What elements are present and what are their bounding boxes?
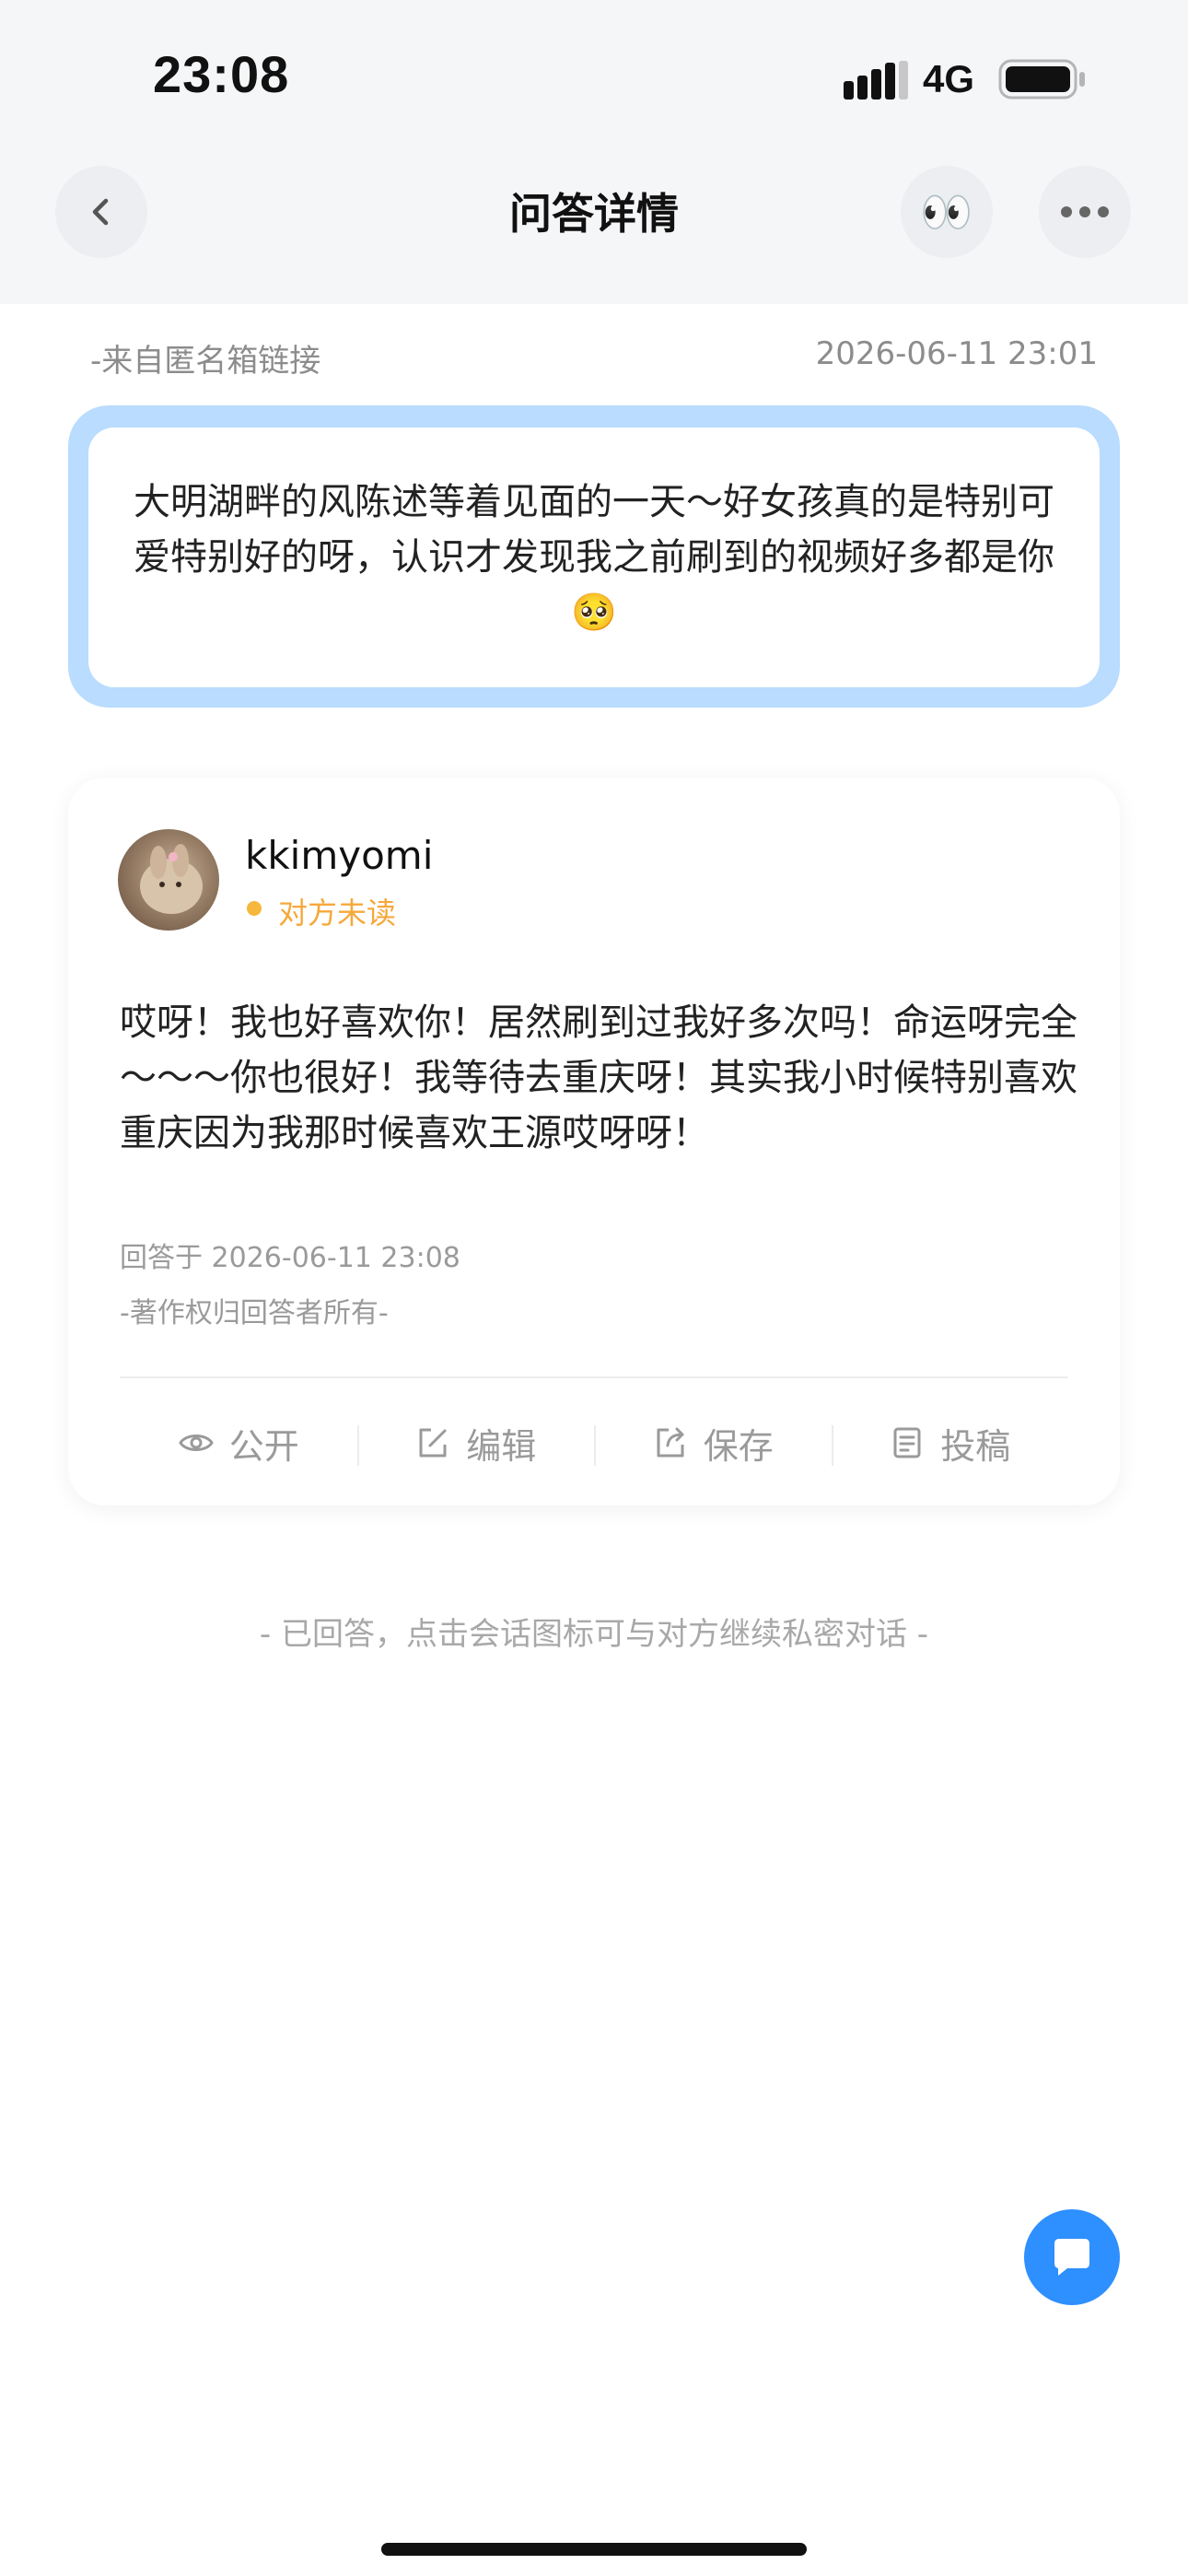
read-status: 对方未读 — [278, 896, 397, 931]
question-source: -来自匿名箱链接 — [90, 343, 321, 380]
page-title: 问答详情 — [509, 189, 679, 239]
submit-button[interactable]: 投稿 — [831, 1418, 1069, 1469]
avatar-image — [140, 844, 203, 914]
divider — [120, 1376, 1068, 1378]
question-timestamp: 2026-06-11 23:01 — [815, 335, 1098, 372]
unread-status-dot — [247, 901, 262, 916]
answer-actions: 公开 编辑 保存 投稿 — [120, 1415, 1068, 1470]
edit-icon — [419, 1428, 447, 1458]
answered-at: 回答于 2026-06-11 23:08 — [120, 1242, 460, 1274]
answer-text: 哎呀！我也好喜欢你！居然刷到过我好多次吗！命运呀完全～～～你也很好！我等待去重庆… — [120, 1001, 1077, 1154]
chat-bubble-icon — [1054, 2239, 1089, 2276]
public-button[interactable]: 公开 — [120, 1418, 357, 1469]
battery-icon — [998, 59, 1085, 100]
export-icon — [657, 1427, 684, 1458]
edit-button[interactable]: 编辑 — [356, 1418, 595, 1469]
document-icon — [893, 1427, 921, 1458]
status-time: 23:08 — [153, 45, 290, 103]
answerer-username[interactable]: kkimyomi — [245, 833, 433, 878]
copyright-note: -著作权归回答者所有- — [120, 1297, 389, 1329]
network-label: 4G — [923, 57, 975, 100]
avatar[interactable] — [118, 829, 219, 931]
public-label: 公开 — [228, 1425, 299, 1467]
save-button[interactable]: 保存 — [594, 1418, 832, 1469]
signal-icon — [844, 61, 908, 100]
save-label: 保存 — [703, 1425, 774, 1467]
footer-note: - 已回答，点击会话图标可与对方继续私密对话 - — [259, 1616, 929, 1653]
edit-label: 编辑 — [466, 1425, 537, 1467]
more-dots-icon — [1061, 206, 1109, 217]
home-indicator — [381, 2543, 807, 2556]
question-card: 大明湖畔的风陈述等着见面的一天～好女孩真的是特别可爱特别好的呀，认识才发现我之前… — [88, 427, 1100, 687]
question-text: 大明湖畔的风陈述等着见面的一天～好女孩真的是特别可爱特别好的呀，认识才发现我之前… — [134, 481, 1054, 634]
page: 23:08 4G 问答详情 👀 -来自匿名箱链接 2026-06-11 23:0… — [0, 0, 1188, 2576]
submit-label: 投稿 — [940, 1425, 1011, 1467]
more-button[interactable] — [1039, 166, 1131, 258]
eye-icon — [178, 1434, 214, 1451]
chat-button[interactable] — [1024, 2209, 1120, 2305]
eyes-button[interactable]: 👀 — [901, 166, 993, 258]
eyes-emoji-icon: 👀 — [920, 187, 973, 237]
